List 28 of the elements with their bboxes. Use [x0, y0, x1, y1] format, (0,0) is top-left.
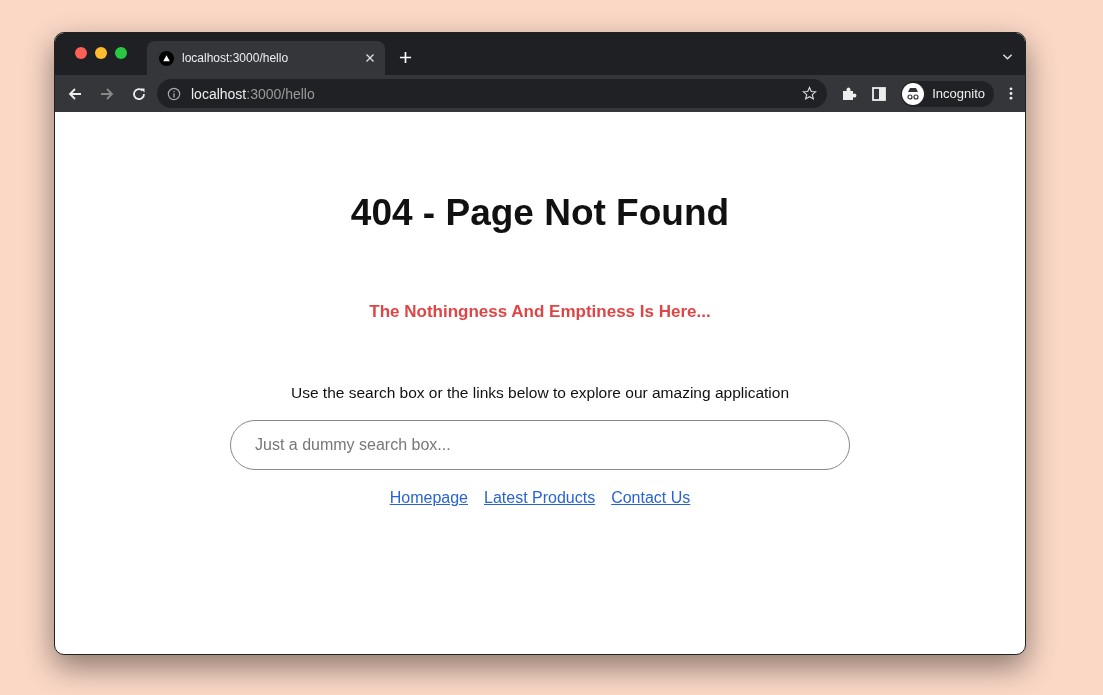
- side-panel-icon[interactable]: [871, 85, 888, 102]
- url-path: :3000/hello: [246, 85, 315, 102]
- triangle-logo-icon: [159, 50, 174, 66]
- maximize-window-dot[interactable]: [115, 47, 127, 59]
- address-bar[interactable]: localhost:3000/hello: [157, 79, 828, 108]
- page-title: 404 - Page Not Found: [350, 192, 730, 234]
- page-description: Use the search box or the links below to explore our amazing application: [291, 384, 789, 402]
- nav-link[interactable]: Contact Us: [611, 489, 691, 507]
- close-window-dot[interactable]: [75, 47, 87, 59]
- star-icon[interactable]: [802, 86, 818, 101]
- profile-button[interactable]: Incognito: [901, 80, 994, 107]
- incognito-icon: [902, 82, 925, 105]
- forward-arrow-icon[interactable]: [99, 85, 115, 102]
- info-icon[interactable]: [167, 86, 181, 101]
- page-subtitle: The Nothingness And Emptiness Is Here...: [369, 302, 711, 322]
- url-host: localhost: [191, 85, 247, 102]
- close-icon[interactable]: [365, 53, 375, 63]
- search-field[interactable]: Just a dummy search box...: [230, 420, 850, 470]
- plus-icon[interactable]: [399, 51, 412, 64]
- menu-icon[interactable]: [1009, 86, 1013, 101]
- back-arrow-icon[interactable]: [67, 85, 83, 102]
- reload-icon[interactable]: [131, 85, 147, 102]
- puzzle-icon[interactable]: [841, 85, 858, 102]
- browser-tab[interactable]: localhost:3000/hello: [147, 41, 385, 75]
- minimize-window-dot[interactable]: [95, 47, 107, 59]
- nav-link[interactable]: Homepage: [389, 489, 468, 507]
- chevron-down-icon[interactable]: [1002, 53, 1013, 61]
- nav-link[interactable]: Latest Products: [484, 489, 596, 507]
